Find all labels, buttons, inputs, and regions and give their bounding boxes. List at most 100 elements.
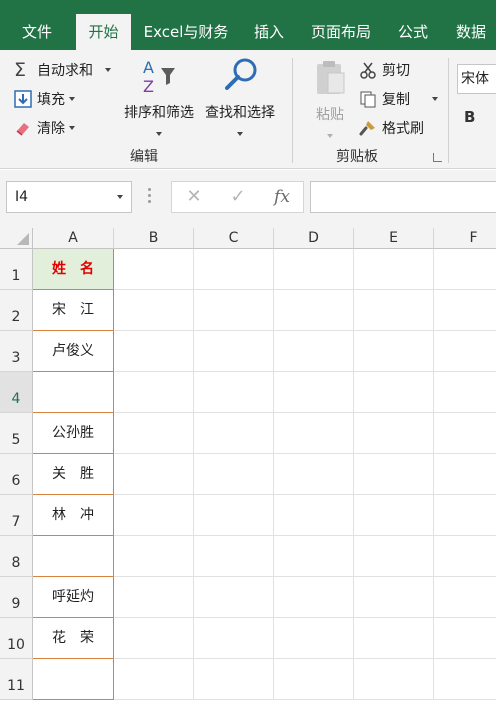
cell-e6[interactable] xyxy=(354,454,434,495)
row-header-5[interactable]: 5 xyxy=(0,413,33,454)
cell-d8[interactable] xyxy=(274,536,354,577)
cell-d5[interactable] xyxy=(274,413,354,454)
cell-a6[interactable]: 关 胜 xyxy=(33,454,114,495)
cell-a3[interactable]: 卢俊义 xyxy=(33,331,114,372)
cell-a10[interactable]: 花 荣 xyxy=(33,618,114,659)
cell-f10[interactable] xyxy=(434,618,496,659)
cell-b5[interactable] xyxy=(114,413,194,454)
tab-excel-finance[interactable]: Excel与财务 xyxy=(138,14,234,50)
cell-a7[interactable]: 林 冲 xyxy=(33,495,114,536)
cell-c2[interactable] xyxy=(194,290,274,331)
sort-filter-button[interactable]: AZ 排序和筛选 xyxy=(124,56,194,136)
cell-f7[interactable] xyxy=(434,495,496,536)
cell-b3[interactable] xyxy=(114,331,194,372)
tab-page-layout[interactable]: 页面布局 xyxy=(303,14,379,50)
cell-d7[interactable] xyxy=(274,495,354,536)
tab-data[interactable]: 数据 xyxy=(446,14,496,50)
paste-button[interactable]: 粘贴 xyxy=(310,58,350,138)
font-name-box[interactable]: 宋体 xyxy=(457,64,496,94)
column-header-e[interactable]: E xyxy=(354,228,434,249)
cell-f4[interactable] xyxy=(434,372,496,413)
cell-f6[interactable] xyxy=(434,454,496,495)
cell-e7[interactable] xyxy=(354,495,434,536)
formula-input[interactable] xyxy=(310,181,496,213)
cell-b7[interactable] xyxy=(114,495,194,536)
cell-b9[interactable] xyxy=(114,577,194,618)
cell-a9[interactable]: 呼延灼 xyxy=(33,577,114,618)
cell-e9[interactable] xyxy=(354,577,434,618)
cell-d9[interactable] xyxy=(274,577,354,618)
cell-c3[interactable] xyxy=(194,331,274,372)
cell-a5[interactable]: 公孙胜 xyxy=(33,413,114,454)
cell-f2[interactable] xyxy=(434,290,496,331)
column-header-d[interactable]: D xyxy=(274,228,354,249)
row-header-4[interactable]: 4 xyxy=(0,372,33,413)
cell-b4[interactable] xyxy=(114,372,194,413)
cell-d4[interactable] xyxy=(274,372,354,413)
cell-f3[interactable] xyxy=(434,331,496,372)
cell-d6[interactable] xyxy=(274,454,354,495)
cell-a8[interactable] xyxy=(33,536,114,577)
cell-b11[interactable] xyxy=(114,659,194,700)
cell-c7[interactable] xyxy=(194,495,274,536)
cell-c11[interactable] xyxy=(194,659,274,700)
cell-f5[interactable] xyxy=(434,413,496,454)
row-header-2[interactable]: 2 xyxy=(0,290,33,331)
cell-e5[interactable] xyxy=(354,413,434,454)
name-box[interactable]: I4 xyxy=(6,181,132,213)
row-header-8[interactable]: 8 xyxy=(0,536,33,577)
cell-a11[interactable] xyxy=(33,659,114,700)
cell-e1[interactable] xyxy=(354,249,434,290)
row-header-7[interactable]: 7 xyxy=(0,495,33,536)
cell-f9[interactable] xyxy=(434,577,496,618)
column-header-a[interactable]: A xyxy=(33,228,114,249)
format-painter-button[interactable]: 格式刷 xyxy=(359,118,424,138)
cell-f11[interactable] xyxy=(434,659,496,700)
cell-c9[interactable] xyxy=(194,577,274,618)
row-header-9[interactable]: 9 xyxy=(0,577,33,618)
cell-e3[interactable] xyxy=(354,331,434,372)
fill-button[interactable]: 填充 xyxy=(14,89,75,109)
cell-c10[interactable] xyxy=(194,618,274,659)
cut-button[interactable]: 剪切 xyxy=(359,60,410,80)
cell-c5[interactable] xyxy=(194,413,274,454)
tab-file[interactable]: 文件 xyxy=(8,14,66,50)
cell-c1[interactable] xyxy=(194,249,274,290)
column-header-c[interactable]: C xyxy=(194,228,274,249)
cell-d2[interactable] xyxy=(274,290,354,331)
cell-b10[interactable] xyxy=(114,618,194,659)
cell-b8[interactable] xyxy=(114,536,194,577)
cell-c6[interactable] xyxy=(194,454,274,495)
column-header-b[interactable]: B xyxy=(114,228,194,249)
cell-b6[interactable] xyxy=(114,454,194,495)
enter-button[interactable]: ✓ xyxy=(216,182,260,212)
copy-button[interactable]: 复制 xyxy=(359,89,438,109)
find-select-button[interactable]: 查找和选择 xyxy=(205,56,275,136)
row-header-11[interactable]: 11 xyxy=(0,659,33,700)
select-all-button[interactable] xyxy=(0,228,33,249)
cell-e11[interactable] xyxy=(354,659,434,700)
cell-d10[interactable] xyxy=(274,618,354,659)
cell-c4[interactable] xyxy=(194,372,274,413)
row-header-10[interactable]: 10 xyxy=(0,618,33,659)
grip-handle[interactable] xyxy=(148,188,152,206)
row-header-3[interactable]: 3 xyxy=(0,331,33,372)
cell-e10[interactable] xyxy=(354,618,434,659)
cell-f1[interactable] xyxy=(434,249,496,290)
cancel-button[interactable]: ✕ xyxy=(172,182,216,212)
cell-e8[interactable] xyxy=(354,536,434,577)
bold-button[interactable]: B xyxy=(464,108,475,126)
autosum-button[interactable]: Σ 自动求和 xyxy=(14,60,111,80)
clear-button[interactable]: 清除 xyxy=(14,118,75,138)
cell-b2[interactable] xyxy=(114,290,194,331)
column-header-f[interactable]: F xyxy=(434,228,496,249)
tab-formulas[interactable]: 公式 xyxy=(390,14,436,50)
cell-a2[interactable]: 宋 江 xyxy=(33,290,114,331)
cell-e4[interactable] xyxy=(354,372,434,413)
dialog-launcher-icon[interactable] xyxy=(433,153,442,162)
row-header-6[interactable]: 6 xyxy=(0,454,33,495)
cell-e2[interactable] xyxy=(354,290,434,331)
cell-b1[interactable] xyxy=(114,249,194,290)
cell-c8[interactable] xyxy=(194,536,274,577)
tab-insert[interactable]: 插入 xyxy=(244,14,294,50)
